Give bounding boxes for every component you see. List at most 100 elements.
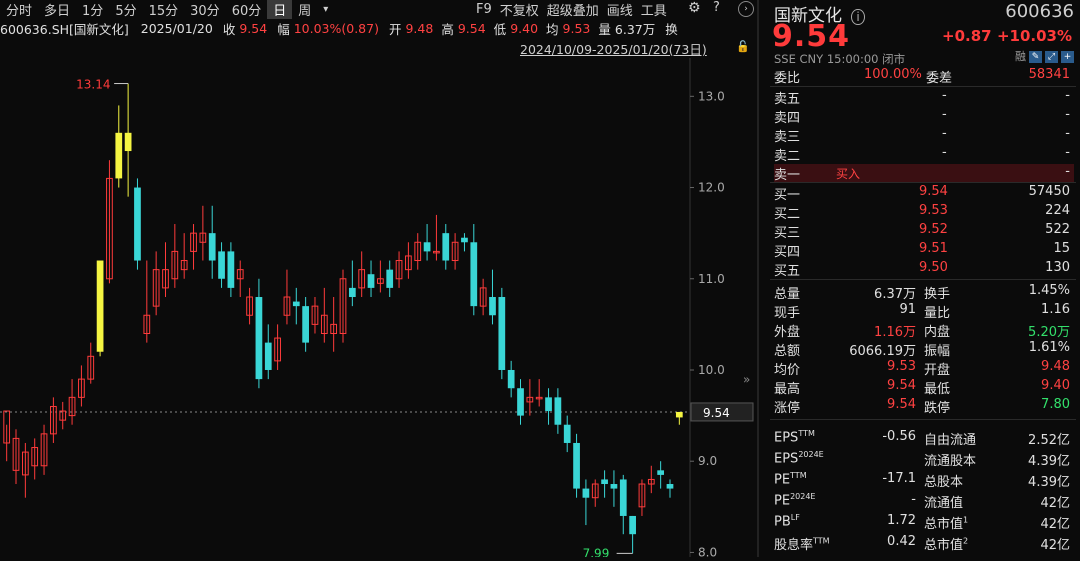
- stat-row: 均价 9.53 开盘 9.48: [774, 359, 1074, 378]
- fin-label-sup: 2024E: [790, 492, 816, 501]
- fin-label: PBLF: [774, 513, 800, 529]
- tool-button[interactable]: 不复权: [500, 0, 539, 19]
- tab-timeframe[interactable]: 多日: [38, 0, 76, 19]
- bid-row[interactable]: 买一 9.54 57450: [774, 184, 1074, 203]
- ask-volume: -: [1065, 126, 1070, 141]
- ask-row[interactable]: 卖二 - -: [774, 145, 1074, 164]
- stat-label: 跌停: [924, 401, 951, 416]
- fin-label-text: 总股本: [924, 475, 964, 490]
- bid-label: 买四: [774, 245, 801, 260]
- stat-row: 总额 6066.19万 振幅 1.61%: [774, 340, 1074, 359]
- ask-price: 买入: [836, 167, 861, 181]
- date-range-label[interactable]: 2024/10/09-2025/01/20(73日): [520, 39, 707, 58]
- chart-tools: F9 不复权 超级叠加 画线 工具: [476, 0, 675, 19]
- gear-icon[interactable]: ⚙: [688, 0, 701, 16]
- fin-label-sup: TTM: [790, 471, 807, 480]
- stat-value: 6066.19万: [849, 344, 916, 359]
- order-ratio-label: 委比: [774, 71, 801, 86]
- stat-row: 总量 6.37万 换手 1.45%: [774, 283, 1074, 302]
- fin-label-sup: 2024E: [798, 450, 824, 459]
- tool-button[interactable]: 超级叠加: [547, 0, 599, 19]
- panel-icon-group: 融 ✎ ⤢ +: [1015, 51, 1074, 63]
- bid-row[interactable]: 买五 9.50 130: [774, 260, 1074, 279]
- bid-price: 9.51: [919, 241, 948, 256]
- candlestick-chart[interactable]: 13.0 12.0 11.0 10.0 9.0 8.0 13.14 7.99 9.54 »: [0, 58, 755, 560]
- y-tick-label: 10.0: [698, 363, 725, 377]
- tab-timeframe[interactable]: 15分: [143, 0, 185, 19]
- candle-body: [423, 242, 431, 252]
- tab-timeframe[interactable]: 日: [267, 0, 293, 19]
- ask-row[interactable]: 卖三 - -: [774, 126, 1074, 145]
- y-tick-label: 9.0: [698, 454, 717, 468]
- max-price-label: 13.14: [76, 78, 110, 92]
- bid-row[interactable]: 买四 9.51 15: [774, 241, 1074, 260]
- stat-value: 1.16: [1041, 302, 1070, 317]
- tab-timeframe[interactable]: 周: [292, 0, 317, 19]
- stat-label: 总量: [774, 287, 801, 302]
- fin-label-text: PB: [774, 514, 791, 530]
- stat-label: 涨停: [774, 401, 801, 416]
- fin-value: 42亿: [1040, 517, 1070, 532]
- min-price-label: 7.99: [583, 546, 610, 557]
- fin-label-sup: TTM: [813, 536, 830, 546]
- bid-row[interactable]: 买三 9.52 522: [774, 222, 1074, 241]
- fin-label-text: 自由流通: [924, 433, 977, 448]
- bid-row[interactable]: 买二 9.53 224: [774, 203, 1074, 222]
- fin-label: 总市值2: [924, 534, 968, 553]
- order-diff-label: 委差: [926, 71, 953, 86]
- collapse-icon[interactable]: ›: [738, 1, 754, 17]
- bid-price: 9.52: [919, 222, 948, 237]
- candle-body: [657, 470, 665, 475]
- market-status: SSE CNY 15:00:00 闭市: [774, 52, 906, 66]
- date-label: 2025/01/20: [140, 21, 213, 36]
- fin-label: EPSTTM: [774, 429, 815, 445]
- tab-timeframe[interactable]: 5分: [109, 0, 142, 19]
- change-label: 幅: [277, 22, 290, 37]
- chevron-down-icon[interactable]: ▾: [317, 4, 334, 15]
- expand-icon[interactable]: ⤢: [1045, 51, 1058, 63]
- y-tick-label: 8.0: [698, 545, 717, 557]
- candle-body: [489, 297, 496, 316]
- candle-body: [507, 369, 515, 389]
- stat-row: 现手 91 量比 1.16: [774, 302, 1074, 321]
- candle-body: [208, 233, 216, 261]
- info-icon[interactable]: i: [851, 9, 865, 25]
- y-tick-label: 11.0: [698, 272, 725, 286]
- switch-button[interactable]: 换: [665, 19, 678, 38]
- ask-row[interactable]: 卖五 - -: [774, 88, 1074, 107]
- stat-label: 外盘: [774, 325, 801, 340]
- tool-button[interactable]: 工具: [641, 0, 667, 19]
- bid-price: 9.53: [919, 203, 948, 218]
- last-price: 9.54: [772, 19, 851, 54]
- candle-body: [264, 342, 272, 370]
- tool-button[interactable]: F9: [476, 2, 492, 17]
- edit-icon[interactable]: ✎: [1029, 51, 1042, 63]
- tab-timeframe[interactable]: 分时: [0, 0, 38, 19]
- fin-row: EPS2024E 流通股本 4.39亿: [774, 450, 1074, 469]
- tab-timeframe[interactable]: 30分: [184, 0, 226, 19]
- fin-label-text: 股息率: [774, 538, 814, 553]
- y-tick-label: 13.0: [698, 89, 725, 103]
- fin-label-sup: TTM: [798, 429, 815, 438]
- tab-timeframe[interactable]: 60分: [226, 0, 268, 19]
- tool-button[interactable]: 画线: [607, 0, 633, 19]
- ask-row[interactable]: 卖四 - -: [774, 107, 1074, 126]
- fin-label: EPS2024E: [774, 450, 824, 466]
- tab-timeframe[interactable]: 1分: [76, 0, 109, 19]
- stat-row: 最高 9.54 最低 9.40: [774, 378, 1074, 397]
- fin-row: PBLF 1.72 总市值1 42亿: [774, 513, 1074, 532]
- bid-volume: 15: [1053, 241, 1070, 256]
- lock-icon[interactable]: 🔓: [736, 40, 750, 53]
- fin-value: 42亿: [1040, 496, 1070, 511]
- divider-line: [770, 279, 1076, 280]
- fin-label: PE2024E: [774, 492, 815, 508]
- add-icon[interactable]: +: [1061, 51, 1074, 63]
- fin-value: -0.56: [882, 429, 916, 444]
- ask-row[interactable]: 卖一 买入 -: [774, 164, 1074, 183]
- current-price-tag-label: 9.54: [703, 406, 730, 420]
- high-value: 9.54: [457, 21, 486, 36]
- fin-value: 2.52亿: [1028, 433, 1070, 448]
- candle-body: [619, 479, 627, 516]
- help-icon[interactable]: ?: [713, 0, 720, 15]
- chart-svg[interactable]: 13.0 12.0 11.0 10.0 9.0 8.0 13.14 7.99 9.54 »: [0, 58, 755, 560]
